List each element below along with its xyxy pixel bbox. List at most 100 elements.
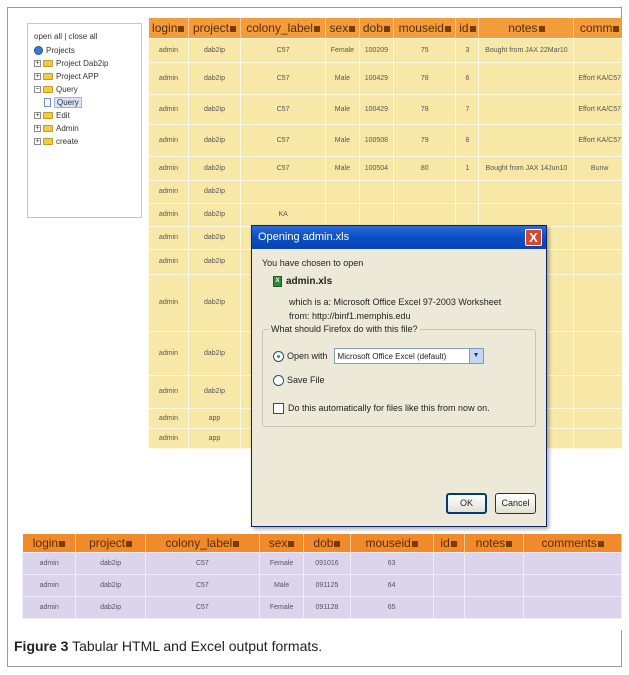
sort-icon[interactable] [229,25,236,32]
column-header[interactable]: sex [325,18,360,38]
sort-icon[interactable] [178,25,185,32]
column-header[interactable]: id [455,18,480,38]
sort-icon[interactable] [506,540,513,547]
table-cell: Effort KA/C57 [573,61,622,95]
column-header[interactable]: notes [478,18,575,38]
column-header[interactable]: id [433,534,465,552]
sort-icon[interactable] [450,540,457,547]
table-cell: 79 [393,123,457,157]
table-cell: 1 [455,155,480,181]
sort-icon[interactable] [411,540,418,547]
column-header[interactable]: colony_label [240,18,327,38]
tree-node[interactable]: − Query [34,83,141,96]
column-header[interactable]: dob [303,534,351,552]
table-cell: 8 [455,123,480,157]
open-with-radio[interactable] [273,350,284,362]
download-dialog: Opening admin.xls X You have chosen to o… [251,225,547,527]
table-row: admindab2ipKA [148,202,622,227]
table-row: admin dab2ip C57 Male 091125 64 [22,573,622,597]
sort-icon[interactable] [233,540,240,547]
cancel-button[interactable]: Cancel [495,493,536,514]
table-cell: admin [22,595,77,619]
tree-node[interactable]: + create [34,135,141,148]
sort-icon[interactable] [349,25,356,32]
sort-icon[interactable] [126,540,133,547]
table-cell: admin [148,407,189,429]
sort-icon[interactable] [538,25,545,32]
table-cell [573,330,622,376]
application-select[interactable]: Microsoft Office Excel (default) ▼ [333,348,484,364]
sort-icon[interactable] [59,540,66,547]
tree-node[interactable]: + Project APP [34,70,141,83]
table-cell: dab2ip [75,551,146,575]
table-cell: C57 [144,595,260,619]
table-cell: dab2ip [187,330,241,376]
sort-icon[interactable] [288,540,295,547]
column-header[interactable]: mouseid [393,18,457,38]
column-header[interactable]: sex [259,534,305,552]
open-with-label[interactable]: Open with [287,351,328,361]
table-cell [463,595,525,619]
tree-node-label: Query [56,85,78,94]
sort-icon[interactable] [613,25,620,32]
table-cell [463,573,525,597]
table-cell [573,225,622,250]
save-file-radio[interactable] [273,374,284,386]
column-header[interactable]: colony_label [145,534,260,552]
column-header[interactable]: login [148,18,189,38]
table-cell: 100508 [358,123,395,157]
sort-icon[interactable] [313,25,320,32]
folder-icon [43,138,53,145]
save-file-label[interactable]: Save File [287,375,325,385]
column-header-label: login [152,20,178,35]
folder-icon [43,73,53,80]
table-header-row: login project colony_label sex dob mouseid id n… [148,18,622,38]
expand-icon[interactable]: + [34,73,41,80]
expand-icon[interactable]: + [34,125,41,132]
table-cell: Bought from JAX 22Mar10 [478,37,575,63]
column-header[interactable]: comments [523,534,622,552]
column-header-label: comm [579,20,613,35]
tree-node[interactable]: + Project Dab2ip [34,57,141,70]
expand-icon[interactable]: + [34,112,41,119]
column-header[interactable]: login [22,534,77,552]
column-header[interactable]: dob [359,18,395,38]
tree-node[interactable]: + Admin [34,122,141,135]
table-cell [393,202,457,227]
sort-icon[interactable] [444,25,451,32]
table-cell: Female [325,37,360,63]
expand-icon[interactable]: + [34,60,41,67]
table-cell: 64 [349,573,434,597]
tree-toolbar[interactable]: open all | close all [34,32,141,41]
tree-node[interactable]: Query [34,96,141,109]
tree-node-label: Projects [46,46,75,55]
collapse-icon[interactable]: − [34,86,41,93]
column-header[interactable]: notes [464,534,525,552]
sort-icon[interactable] [383,25,390,32]
column-header[interactable]: project [188,18,241,38]
table-row: admin dab2ip C57 Male 100508 79 8 Effort KA/C57 [148,123,622,157]
sort-icon[interactable] [334,540,341,547]
table-cell [455,179,480,204]
caption-label: Figure 3 [14,638,69,654]
close-icon[interactable]: X [525,229,542,246]
column-header[interactable]: project [75,534,146,552]
document-icon [44,98,51,107]
chevron-down-icon[interactable]: ▼ [468,349,483,363]
auto-checkbox[interactable] [273,402,284,414]
sort-icon[interactable] [469,25,476,32]
tree-node[interactable]: Projects [34,44,141,57]
table-cell: dab2ip [75,573,146,597]
dialog-titlebar[interactable]: Opening admin.xls X [252,226,546,249]
column-header-label: project [89,535,126,550]
table-cell [573,248,622,275]
sort-icon[interactable] [597,540,604,547]
table-cell: C57 [239,123,327,157]
column-header[interactable]: comm [573,18,622,38]
column-header[interactable]: mouseid [350,534,434,552]
expand-icon[interactable]: + [34,138,41,145]
auto-label[interactable]: Do this automatically for files like thi… [288,403,490,413]
ok-button[interactable]: OK [446,493,487,514]
table-cell: dab2ip [187,61,241,95]
tree-node[interactable]: + Edit [34,109,141,122]
